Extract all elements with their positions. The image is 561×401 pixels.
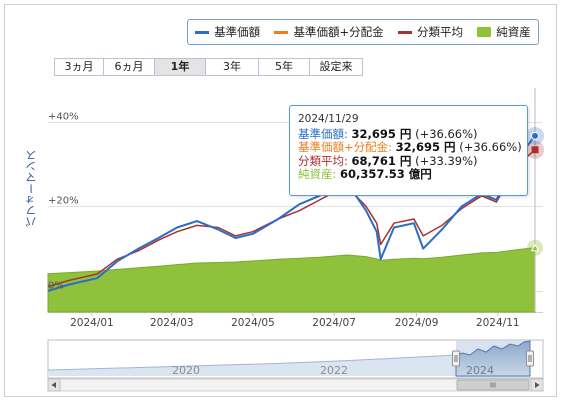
y-tick-label: 0%	[48, 281, 64, 292]
x-tick-label: 2024/09	[395, 317, 439, 329]
navigator-left-handle[interactable]	[452, 350, 460, 367]
tooltip-label: 分類平均:	[298, 153, 348, 168]
navigator-year-label: 2020	[172, 364, 200, 377]
performance-chart[interactable]: +40%+20%0% 2024/01 2024/03 2024/05 2024/07 2…	[0, 0, 561, 401]
x-tick-label: 2024/07	[312, 317, 356, 329]
y-tick-label: +40%	[48, 112, 79, 123]
y-tick-label: +20%	[48, 196, 79, 207]
x-tick-label: 2024/01	[70, 317, 114, 329]
hover-tooltip: 2024/11/29 基準価額: 32,695 円 (+36.66%) 基準価額…	[289, 105, 528, 196]
x-tick-label: 2024/11	[476, 317, 520, 329]
tooltip-value: 60,357.53 億円	[340, 167, 432, 181]
navigator[interactable]: 2020 2022 2024	[47, 339, 544, 379]
tooltip-change: (+36.66%)	[455, 140, 522, 154]
tooltip-row-nav: 基準価額: 32,695 円 (+36.66%)	[298, 126, 519, 142]
navigator-year-label: 2022	[320, 364, 348, 377]
navigator-year-label: 2024	[466, 364, 494, 377]
nav-marker	[531, 131, 540, 140]
category-average-marker	[531, 146, 539, 154]
x-tick-label: 2024/05	[231, 317, 275, 329]
tooltip-change: (+36.66%)	[411, 126, 478, 141]
tooltip-label: 純資産:	[298, 167, 337, 181]
x-tick-labels: 2024/01 2024/03 2024/05 2024/07 2024/09 2024/…	[70, 312, 520, 329]
tooltip-row-category-average: 分類平均: 68,761 円 (+33.39%)	[298, 153, 519, 169]
tooltip-value: 68,761 円	[351, 153, 412, 168]
tooltip-label: 基準価額+分配金:	[298, 140, 393, 154]
x-tick-label: 2024/03	[150, 317, 194, 329]
tooltip-date: 2024/11/29	[298, 113, 359, 125]
navigator-right-handle[interactable]	[526, 350, 534, 367]
y-tick-labels: +40% +20% 0%	[48, 112, 79, 292]
tooltip-change: (+33.39%)	[411, 153, 478, 168]
tooltip-row-net-assets: 純資産: 60,357.53 億円	[298, 167, 519, 182]
tooltip-label: 基準価額:	[298, 126, 348, 141]
tooltip-value: 32,695 円	[395, 140, 456, 154]
tooltip-value: 32,695 円	[351, 126, 412, 141]
tooltip-row-nav-with-dividends: 基準価額+分配金: 32,695 円 (+36.66%)	[298, 140, 522, 155]
scrollbar[interactable]	[47, 378, 544, 392]
